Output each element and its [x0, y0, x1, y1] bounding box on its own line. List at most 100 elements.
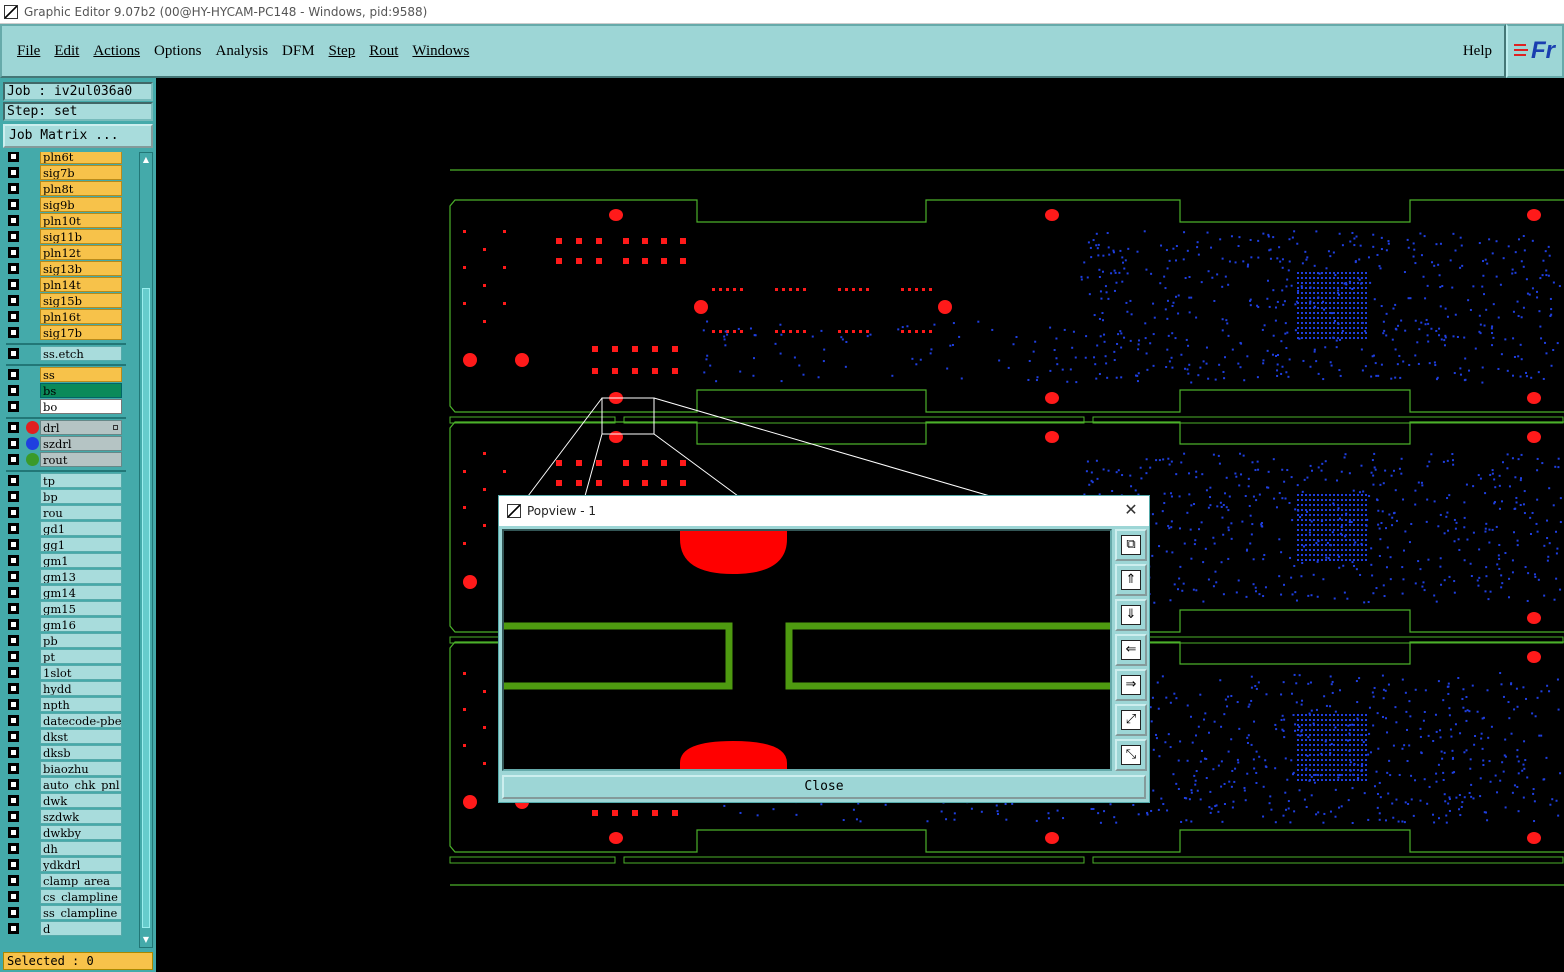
layer-name[interactable]: tp	[40, 473, 122, 488]
layer-row-sig9b[interactable]: sig9b	[3, 197, 125, 212]
menu-help[interactable]: Help	[1463, 43, 1492, 60]
menu-options[interactable]: Options	[154, 43, 202, 60]
layer-checkbox[interactable]	[8, 369, 19, 380]
menu-dfm[interactable]: DFM	[282, 43, 315, 60]
layer-name[interactable]: sig9b	[40, 197, 122, 212]
menu-rout[interactable]: Rout	[369, 43, 398, 60]
layer-checkbox[interactable]	[8, 539, 19, 550]
layer-checkbox[interactable]	[8, 891, 19, 902]
layer-checkbox[interactable]	[8, 555, 19, 566]
layer-row-gm13[interactable]: gm13	[3, 569, 125, 584]
layer-checkbox[interactable]	[8, 167, 19, 178]
layer-checkbox[interactable]	[8, 327, 19, 338]
pan-up-button[interactable]: ⇑	[1115, 564, 1147, 596]
layer-row-drl[interactable]: drl	[3, 420, 125, 435]
layer-name[interactable]: auto_chk_pnl	[40, 777, 122, 792]
layer-checkbox[interactable]	[8, 795, 19, 806]
layer-name[interactable]: sig15b	[40, 293, 122, 308]
layer-name[interactable]: szdwk	[40, 809, 122, 824]
layer-row-szdwk[interactable]: szdwk	[3, 809, 125, 824]
layer-row-pln10t[interactable]: pln10t	[3, 213, 125, 228]
layer-name[interactable]: sig13b	[40, 261, 122, 276]
layer-checkbox[interactable]	[8, 491, 19, 502]
layer-checkbox[interactable]	[8, 907, 19, 918]
menu-analysis[interactable]: Analysis	[216, 43, 269, 60]
layer-checkbox[interactable]	[8, 859, 19, 870]
layer-name[interactable]: sig7b	[40, 165, 122, 180]
layer-checkbox[interactable]	[8, 263, 19, 274]
layer-name[interactable]: rout	[40, 452, 122, 467]
layer-checkbox[interactable]	[8, 215, 19, 226]
popview-viewport[interactable]	[502, 529, 1112, 771]
layer-row-sig17b[interactable]: sig17b	[3, 325, 125, 340]
layer-row-dkst[interactable]: dkst	[3, 729, 125, 744]
layer-row-hydd[interactable]: hydd	[3, 681, 125, 696]
layer-checkbox[interactable]	[8, 587, 19, 598]
layer-checkbox[interactable]	[8, 667, 19, 678]
layer-checkbox[interactable]	[8, 438, 19, 449]
menu-actions[interactable]: Actions	[93, 43, 140, 60]
layer-checkbox[interactable]	[8, 454, 19, 465]
layer-checkbox[interactable]	[8, 523, 19, 534]
layer-name[interactable]: d	[40, 921, 122, 936]
layer-checkbox[interactable]	[8, 843, 19, 854]
menu-edit[interactable]: Edit	[54, 43, 79, 60]
layer-name[interactable]: gd1	[40, 521, 122, 536]
layer-name[interactable]: pln6t	[40, 152, 122, 164]
layer-row-rout[interactable]: rout	[3, 452, 125, 467]
job-matrix-button[interactable]: Job Matrix ...	[3, 124, 153, 148]
layer-name[interactable]: pln16t	[40, 309, 122, 324]
layer-name[interactable]: pt	[40, 649, 122, 664]
layer-name[interactable]: bp	[40, 489, 122, 504]
layer-row-dh[interactable]: dh	[3, 841, 125, 856]
layer-row-auto_chk_pnl[interactable]: auto_chk_pnl	[3, 777, 125, 792]
layer-name[interactable]: sig11b	[40, 229, 122, 244]
layer-name[interactable]: pln14t	[40, 277, 122, 292]
layer-row-gm16[interactable]: gm16	[3, 617, 125, 632]
layer-row-pln16t[interactable]: pln16t	[3, 309, 125, 324]
pan-right-button[interactable]: ⇒	[1115, 669, 1147, 701]
layer-row-dksb[interactable]: dksb	[3, 745, 125, 760]
layer-row-ss_clampline[interactable]: ss_clampline	[3, 905, 125, 920]
layer-row-1slot[interactable]: 1slot	[3, 665, 125, 680]
layer-name[interactable]: dh	[40, 841, 122, 856]
layer-checkbox[interactable]	[8, 231, 19, 242]
layer-checkbox[interactable]	[8, 635, 19, 646]
layer-name[interactable]: hydd	[40, 681, 122, 696]
layer-checkbox[interactable]	[8, 183, 19, 194]
layer-row-sig15b[interactable]: sig15b	[3, 293, 125, 308]
layer-checkbox[interactable]	[8, 401, 19, 412]
scroll-up-icon[interactable]: ▲	[141, 155, 151, 165]
layer-row-pln14t[interactable]: pln14t	[3, 277, 125, 292]
layer-row-ydkdrl[interactable]: ydkdrl	[3, 857, 125, 872]
layer-row-gg1[interactable]: gg1	[3, 537, 125, 552]
layer-checkbox[interactable]	[8, 507, 19, 518]
layer-checkbox[interactable]	[8, 422, 19, 433]
layer-name[interactable]: pb	[40, 633, 122, 648]
layer-checkbox[interactable]	[8, 385, 19, 396]
layer-name[interactable]: szdrl	[40, 436, 122, 451]
layer-name[interactable]: pln12t	[40, 245, 122, 260]
layer-row-biaozhu[interactable]: biaozhu	[3, 761, 125, 776]
layer-name[interactable]: ydkdrl	[40, 857, 122, 872]
layer-name[interactable]: dwk	[40, 793, 122, 808]
layer-row-pb[interactable]: pb	[3, 633, 125, 648]
pan-down-button[interactable]: ⇓	[1115, 599, 1147, 631]
layer-checkbox[interactable]	[8, 152, 19, 162]
layer-row-sig13b[interactable]: sig13b	[3, 261, 125, 276]
layer-name[interactable]: bs	[40, 383, 122, 398]
layer-checkbox[interactable]	[8, 923, 19, 934]
layer-row-bp[interactable]: bp	[3, 489, 125, 504]
layer-checkbox[interactable]	[8, 699, 19, 710]
layer-name[interactable]: gm14	[40, 585, 122, 600]
layer-name[interactable]: pln8t	[40, 181, 122, 196]
layer-checkbox[interactable]	[8, 311, 19, 322]
layer-row-ss.etch[interactable]: ss.etch	[3, 346, 125, 361]
layer-row-gm14[interactable]: gm14	[3, 585, 125, 600]
layer-name[interactable]: ss	[40, 367, 122, 382]
layer-checkbox[interactable]	[8, 619, 19, 630]
layer-row-bo[interactable]: bo	[3, 399, 125, 414]
layer-checkbox[interactable]	[8, 651, 19, 662]
layer-name[interactable]: gm15	[40, 601, 122, 616]
layer-row-gm1[interactable]: gm1	[3, 553, 125, 568]
